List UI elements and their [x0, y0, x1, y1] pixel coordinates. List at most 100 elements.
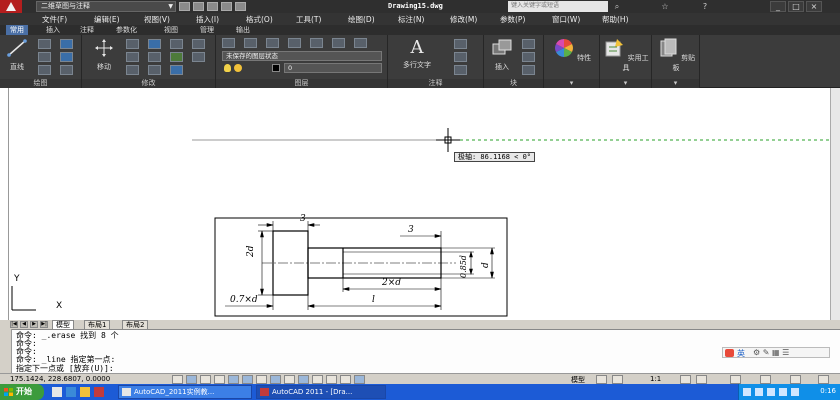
- tab-annotate[interactable]: 注释: [76, 25, 98, 35]
- clipboard-button[interactable]: 剪贴板: [654, 38, 698, 73]
- start-button[interactable]: 开始: [0, 384, 44, 400]
- table-icon[interactable]: [454, 65, 467, 75]
- quick-view-layouts-icon[interactable]: [596, 375, 607, 384]
- otrack-toggle[interactable]: [270, 375, 281, 384]
- hatch-icon[interactable]: [60, 52, 73, 62]
- command-window[interactable]: 命令: _.erase 找到 8 个 命令: 命令: 命令: _line 指定第…: [0, 329, 840, 373]
- quick-launch-icon[interactable]: [66, 387, 76, 397]
- properties-button[interactable]: 特性: [548, 38, 596, 63]
- prev-tab-arrow[interactable]: ◀: [20, 321, 28, 328]
- polyline-icon[interactable]: [38, 39, 51, 49]
- redo-icon[interactable]: [235, 2, 246, 11]
- rotate-icon[interactable]: [126, 39, 139, 49]
- next-tab-arrow[interactable]: ▶: [30, 321, 38, 328]
- region-icon[interactable]: [60, 65, 73, 75]
- 3d-osnap-toggle[interactable]: [256, 375, 267, 384]
- quick-properties-toggle[interactable]: [340, 375, 351, 384]
- vertical-scrollbar[interactable]: [830, 88, 840, 320]
- move-button[interactable]: 移动: [90, 38, 118, 72]
- dimension-icon[interactable]: [454, 39, 467, 49]
- first-tab-arrow[interactable]: |◀: [10, 321, 18, 328]
- trim-icon[interactable]: [148, 39, 161, 49]
- menu-window[interactable]: 窗口(W): [552, 14, 580, 25]
- help-search-input[interactable]: 键入关键字或短语: [508, 1, 608, 12]
- menu-file[interactable]: 文件(F): [42, 14, 67, 25]
- circle-icon[interactable]: [38, 52, 51, 62]
- polar-toggle[interactable]: [228, 375, 239, 384]
- menu-parametric[interactable]: 参数(P): [500, 14, 525, 25]
- undo-icon[interactable]: [221, 2, 232, 11]
- draw-panel-title[interactable]: 绘图: [0, 79, 81, 88]
- tab-model[interactable]: 模型: [52, 320, 74, 329]
- ortho-toggle[interactable]: [214, 375, 225, 384]
- quick-launch-icon[interactable]: [80, 387, 90, 397]
- tab-parametric[interactable]: 参数化: [112, 25, 141, 35]
- auto-scale-icon[interactable]: [696, 375, 707, 384]
- quick-launch-icon[interactable]: [52, 387, 62, 397]
- menu-tools[interactable]: 工具(T): [296, 14, 321, 25]
- layer-icon[interactable]: [266, 38, 279, 48]
- last-tab-arrow[interactable]: ▶|: [40, 321, 48, 328]
- ducs-toggle[interactable]: [284, 375, 295, 384]
- selection-cycling-toggle[interactable]: [354, 375, 365, 384]
- transparency-toggle[interactable]: [326, 375, 337, 384]
- tab-insert[interactable]: 插入: [42, 25, 64, 35]
- annotation-panel-title[interactable]: 注释: [388, 79, 483, 88]
- save-icon[interactable]: [207, 2, 218, 11]
- menu-help[interactable]: 帮助(H): [602, 14, 629, 25]
- maximize-button[interactable]: □: [788, 1, 804, 12]
- quick-launch-icon[interactable]: [94, 387, 104, 397]
- star-icon[interactable]: ☆: [660, 2, 670, 11]
- utilities-panel-dropdown[interactable]: ▾: [600, 79, 651, 88]
- taskbar-item-autocad[interactable]: AutoCAD 2011 - [Dra...: [256, 385, 386, 399]
- insert-block-button[interactable]: 插入: [488, 38, 516, 72]
- snap-toggle[interactable]: [186, 375, 197, 384]
- stretch-icon[interactable]: [126, 65, 139, 75]
- ime-toolbar[interactable]: 英 ⚙ ✎ ▦ ☰: [722, 347, 830, 358]
- new-file-icon[interactable]: [179, 2, 190, 11]
- clean-screen-icon[interactable]: [818, 375, 829, 384]
- modify-panel-title[interactable]: 修改: [82, 79, 215, 88]
- layer-icon[interactable]: [244, 38, 257, 48]
- block-panel-title[interactable]: 块: [484, 79, 543, 88]
- scale-icon[interactable]: [148, 65, 161, 75]
- menu-modify[interactable]: 修改(M): [450, 14, 477, 25]
- tab-layout2[interactable]: 布局2: [122, 320, 149, 329]
- workspace-switch-icon[interactable]: [730, 375, 741, 384]
- layer-icon[interactable]: [310, 38, 323, 48]
- array-icon[interactable]: [170, 65, 183, 75]
- layer-properties-icon[interactable]: [222, 38, 235, 48]
- annotation-visibility-icon[interactable]: [680, 375, 691, 384]
- layer-icon[interactable]: [288, 38, 301, 48]
- tab-view[interactable]: 视图: [160, 25, 182, 35]
- application-menu-button[interactable]: [0, 0, 22, 13]
- osnap-toggle[interactable]: [242, 375, 253, 384]
- tab-manage[interactable]: 管理: [196, 25, 218, 35]
- edit-block-icon[interactable]: [522, 52, 535, 62]
- utilities-button[interactable]: 实用工具: [602, 38, 650, 73]
- offset-icon[interactable]: [192, 52, 205, 62]
- line-button[interactable]: 直线: [4, 38, 30, 72]
- layers-panel-title[interactable]: 图层: [216, 79, 387, 88]
- tab-home[interactable]: 常用: [6, 25, 28, 35]
- help-icon[interactable]: ?: [700, 2, 710, 11]
- menu-draw[interactable]: 绘图(D): [348, 14, 375, 25]
- search-icon[interactable]: ⌕: [612, 2, 622, 11]
- explode-icon[interactable]: [192, 39, 205, 49]
- open-file-icon[interactable]: [193, 2, 204, 11]
- copy-icon[interactable]: [126, 52, 139, 62]
- taskbar-item-tutorial[interactable]: AutoCAD_2011实例教...: [118, 385, 252, 399]
- tab-layout1[interactable]: 布局1: [84, 320, 111, 329]
- fillet-icon[interactable]: [170, 52, 183, 62]
- layer-icon[interactable]: [332, 38, 345, 48]
- drawing-canvas[interactable]: 3 3 2d d 0.85d 2×d 0.7×d l Y X: [0, 88, 840, 320]
- quick-view-drawings-icon[interactable]: [612, 375, 623, 384]
- layer-state-select[interactable]: 未保存的图层状态: [222, 51, 382, 61]
- mtext-button[interactable]: A 多行文字: [394, 38, 440, 70]
- layer-select[interactable]: 0: [284, 63, 382, 73]
- menu-format[interactable]: 格式(O): [246, 14, 273, 25]
- arc-icon[interactable]: [38, 65, 51, 75]
- rectangle-icon[interactable]: [60, 39, 73, 49]
- infer-constraints-toggle[interactable]: [172, 375, 183, 384]
- lock-icon[interactable]: [760, 375, 771, 384]
